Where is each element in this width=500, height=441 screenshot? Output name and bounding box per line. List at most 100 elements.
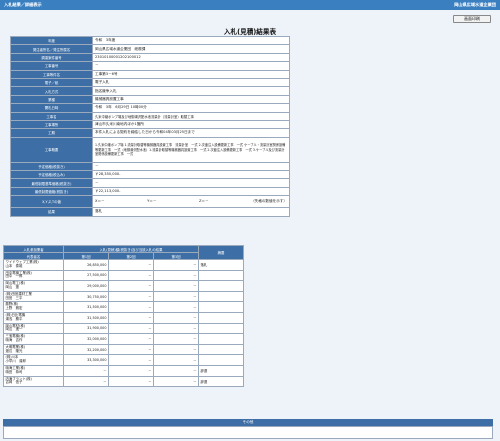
bid-cell-r2: － (108, 364, 154, 377)
bid-cell-note (198, 269, 244, 282)
table-row: 大明電業(株) 渡辺 隆光 32,200,000 －－ (3, 343, 244, 356)
other-label: その他 (3, 419, 493, 426)
table-row: (株)日比電機 湯浅 勝平 31,500,000 －－ (3, 311, 244, 324)
table-row: ワイドウェブ工業(株) 山本 泰雄 26,850,000 －－落札 (3, 259, 244, 271)
bid-cell-r3: － (153, 280, 199, 292)
bid-cell-r2: － (108, 322, 154, 335)
bid-cell-r1: － (63, 375, 109, 388)
bid-cell-note: 辞退 (198, 375, 244, 388)
detail-row: 業種 機械器具設置工事 (10, 94, 290, 105)
header-right-title: 岡山県広域水道企業団 (454, 2, 496, 7)
bid-cell-r3: － (153, 301, 199, 313)
bid-cell-r1: 31,500,000 (63, 301, 109, 313)
bidder-cell: 三宝電機(株) 鳴海 吉作 (3, 333, 64, 345)
bid-cell-r2: － (108, 269, 154, 282)
bidder-person: 鳴田 恭司 (5, 369, 23, 374)
bidder-cell: 田中電機工業(株) 田中 一郎 (3, 269, 64, 282)
bidder-cell: (株)日比電機 湯浅 勝平 (3, 311, 64, 324)
bid-cell-r1: 30,750,000 (63, 290, 109, 303)
detail-row: 入札方式 指名競争入札 (10, 86, 290, 96)
bid-cell-r3: － (153, 354, 199, 366)
details-table: 年度 令和 3年度 発注者所名／発注所属名 岡山県広域水道企業団 総務課 調達案件番… (10, 35, 290, 217)
detail-row: 電子／紙 電子入札 (10, 77, 290, 88)
table-row: 岡山電材(株) 岡山 進一 31,900,000 －－ (3, 322, 244, 335)
bid-cell-r2: － (108, 343, 154, 356)
bid-cell-r1: 26,850,000 (63, 259, 109, 271)
bid-cell-r1: 33,300,000 (63, 354, 109, 366)
detail-row: 調達案件番号 23010100001202100012 (10, 52, 290, 63)
detail-row: 予定価格(税込み) ￥28,350,000- (10, 170, 290, 180)
bid-cell-r2: － (108, 290, 154, 303)
detail-row: 工事番号－ (10, 61, 290, 71)
bid-cell-r3: － (153, 333, 199, 345)
detail-row: 予定価格(税抜き) － (10, 161, 290, 172)
bid-cell-r1: 32,200,000 (63, 343, 109, 356)
detail-row: 最低制限価格(税抜き) ￥22,113,000- (10, 186, 290, 197)
detail-row: 工事名 久米中継ポンプ場及び地御湯沢配水池流量計（流量計室）取替工事 (10, 111, 290, 121)
table-row: 鳴海工業(株) 鳴田 恭司－－－辞退 (3, 364, 244, 377)
table-row: (株)田宮建材工業 田宮 三平 30,750,000 －－ (3, 290, 244, 303)
detail-row: 最低制限基準価格(税抜き) － (10, 178, 290, 188)
bidder-cell: 岡山電材(株) 岡山 進一 (3, 322, 64, 335)
table-row: 内海ブラント(株) 吉岡 信子－－－辞退 (3, 375, 244, 388)
detail-row: 発注者所名／発注所属名 岡山県広域水道企業団 総務課 (10, 44, 290, 54)
bidder-person: 岡山 蓮 (5, 284, 20, 289)
bid-cell-r3: － (153, 259, 199, 271)
detail-row: X,Y,Z,Tの値 X＝－ Y＝－ Z＝－ （失格の数値を示す） (10, 195, 290, 209)
bid-cell-note (198, 354, 244, 366)
header-bar: 入札結果／詳細表示 岡山県広域水道企業団 (0, 0, 500, 10)
bidder-person: 田中 一郎 (5, 274, 23, 279)
header-left-title: 入札結果／詳細表示 (4, 2, 42, 7)
bid-cell-r2: － (108, 375, 154, 388)
table-row: 三宝電機(株) 鳴海 吉作 32,000,000 －－ (3, 333, 244, 345)
col-name: 代表者名 (3, 252, 64, 260)
bidder-cell: 大明電業(株) 渡辺 隆光 (3, 343, 64, 356)
bidder-person: 鳴海 吉作 (5, 337, 23, 342)
bid-cell-note: 落札 (198, 259, 244, 271)
bid-cell-note (198, 280, 244, 292)
bid-cell-r2: － (108, 311, 154, 324)
detail-row: 工事概要 1.久米中継ポンプ場 1.流量計取替等機械器具設置工事 流量計室 一式 … (10, 136, 290, 163)
table-row: (株)川本 小早川 達郎 33,300,000 －－ (3, 354, 244, 366)
detail-row: 工期 本件入札による契約を締結した日から令和04年03月25日まで (10, 128, 290, 138)
bidder-person: 小早川 達郎 (5, 359, 26, 364)
print-button[interactable]: 画面印刷 (453, 15, 491, 23)
bid-cell-r1: 31,500,000 (63, 311, 109, 324)
bid-cell-note (198, 311, 244, 324)
bidder-cell: ワイドウェブ工業(株) 山本 泰雄 (3, 259, 64, 271)
col-note: 摘要 (198, 245, 244, 260)
bidder-cell: (株)川本 小早川 達郎 (3, 354, 64, 366)
bid-cell-note (198, 322, 244, 335)
detail-row: 工事場所 津山市久米川南地内ほか1箇所 (10, 119, 290, 130)
bid-cell-r3: － (153, 364, 199, 377)
detail-row: 工事等件名 工事第3－6号 (10, 69, 290, 79)
bid-cell-note (198, 290, 244, 303)
bids-header-row: 入札参加業者 入札(見積)額(税抜き)及び当該入札の結果 摘要 (3, 245, 244, 260)
bidder-cell: 岡山電工(株) 岡山 蓮 (3, 280, 64, 292)
bidder-cell: 内海ブラント(株) 吉岡 信子 (3, 375, 64, 388)
bid-cell-note (198, 301, 244, 313)
bidder-person: 湯浅 勝平 (5, 316, 23, 321)
bidder-cell: 藤野(株) 上野 雅宏 (3, 301, 64, 313)
detail-row: 年度 令和 3年度 (10, 35, 290, 46)
col-bidder: 入札参加業者 (3, 245, 64, 253)
col-round3: 第3回 (153, 252, 199, 260)
table-row: 田中電機工業(株) 田中 一郎 27,500,000 －－ (3, 269, 244, 282)
bid-cell-r2: － (108, 280, 154, 292)
bidder-person: 渡辺 隆光 (5, 348, 23, 353)
detail-row: 結果 落札 (10, 207, 290, 217)
bidder-cell: 鳴海工業(株) 鳴田 恭司 (3, 364, 64, 377)
bid-cell-r3: － (153, 322, 199, 335)
bid-cell-r1: 29,000,000 (63, 280, 109, 292)
bid-cell-r2: － (108, 301, 154, 313)
bid-cell-r1: 31,900,000 (63, 322, 109, 335)
bidder-cell: (株)田宮建材工業 田宮 三平 (3, 290, 64, 303)
bid-cell-r3: － (153, 290, 199, 303)
bid-cell-r3: － (153, 343, 199, 356)
xyz-values: X＝－ Y＝－ Z＝－ （失格の数値を示す） (95, 199, 287, 204)
bidder-person: 田宮 三平 (5, 295, 23, 300)
page-title: 入札(見積)結果表 (221, 28, 279, 37)
col-round1: 第1回 (63, 252, 109, 260)
other-value (3, 426, 493, 439)
table-row: 岡山電工(株) 岡山 蓮 29,000,000 －－ (3, 280, 244, 292)
